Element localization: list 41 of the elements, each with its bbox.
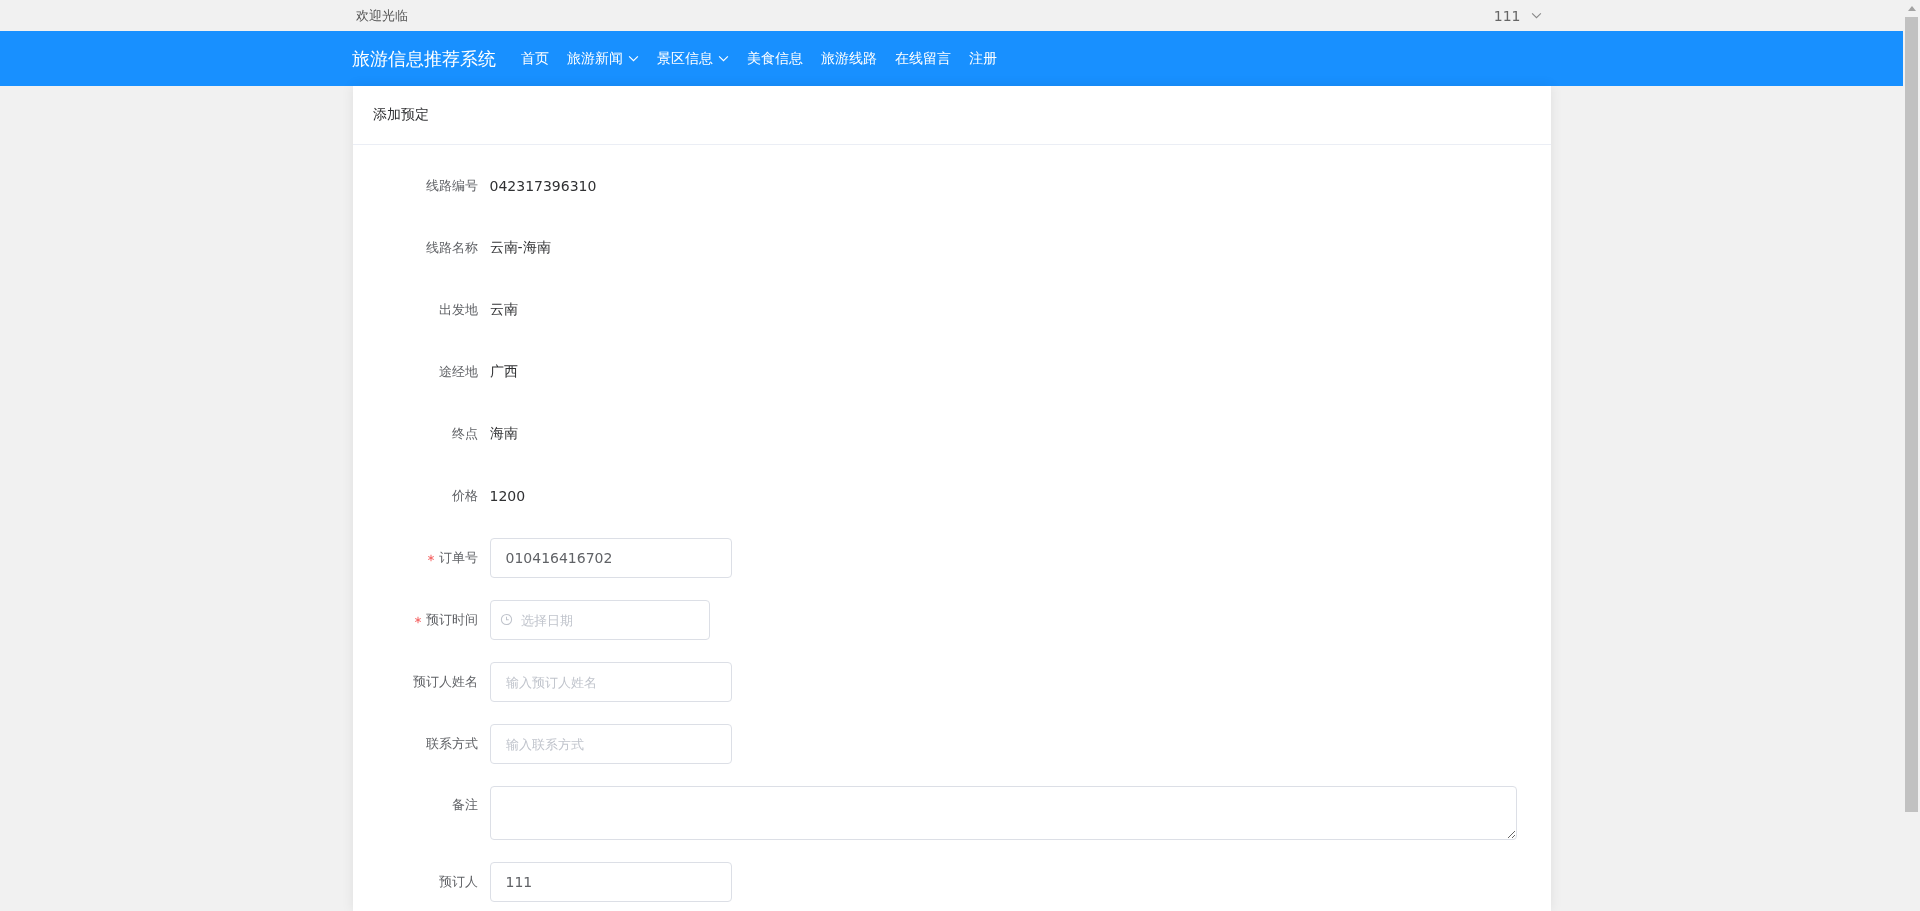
date-picker-field[interactable]: 选择日期: [489, 600, 710, 640]
scroll-up-icon[interactable]: [1907, 6, 1916, 11]
chevron-down-icon: [1530, 12, 1542, 19]
welcome-text: 欢迎光临: [355, 6, 408, 25]
field-label: 途经地: [438, 363, 478, 381]
field-label: 线路编号: [425, 177, 478, 195]
field-value: 1200: [489, 488, 526, 504]
site-title: 旅游信息推荐系统: [351, 46, 496, 71]
field-label: 终点: [451, 425, 478, 443]
user-menu[interactable]: 111: [1493, 7, 1542, 24]
input-field[interactable]: 输入联系方式: [489, 724, 732, 764]
field-label: 订单号: [438, 549, 478, 567]
input-field[interactable]: 111: [489, 862, 732, 902]
field-label: 价格: [451, 487, 478, 505]
chevron-down-icon: [717, 55, 729, 62]
field-value: 广西: [489, 363, 518, 381]
field-label: 预订人: [438, 873, 478, 891]
nav-link[interactable]: 在线留言: [885, 31, 960, 86]
input-field[interactable]: 010416416702: [489, 538, 732, 578]
field-label: 预订时间: [425, 611, 478, 629]
nav-dropdown[interactable]: 景区信息: [647, 31, 738, 86]
field-value: 042317396310: [489, 178, 597, 194]
chevron-down-icon: [627, 55, 639, 62]
field-label: 出发地: [438, 301, 478, 319]
scrollbar-thumb[interactable]: [1905, 17, 1918, 812]
field-label: 备注: [451, 796, 478, 814]
field-label: 预订人姓名: [412, 673, 478, 691]
card-title: 添加预定: [372, 106, 429, 124]
field-value: 海南: [489, 425, 518, 443]
clock-icon: [499, 613, 513, 626]
nav-link[interactable]: 旅游线路: [811, 31, 886, 86]
remarks-textarea[interactable]: [489, 786, 1517, 840]
nav-dropdown[interactable]: 旅游新闻: [557, 31, 648, 86]
field-label: 联系方式: [425, 735, 478, 753]
field-value: 云南: [489, 301, 518, 319]
field-value: 云南-海南: [489, 239, 551, 257]
nav-link[interactable]: 注册: [959, 31, 1006, 86]
nav-link[interactable]: 美食信息: [737, 31, 812, 86]
nav-link[interactable]: 首页: [511, 31, 558, 86]
field-label: 线路名称: [425, 239, 478, 257]
input-field[interactable]: 输入预订人姓名: [489, 662, 732, 702]
